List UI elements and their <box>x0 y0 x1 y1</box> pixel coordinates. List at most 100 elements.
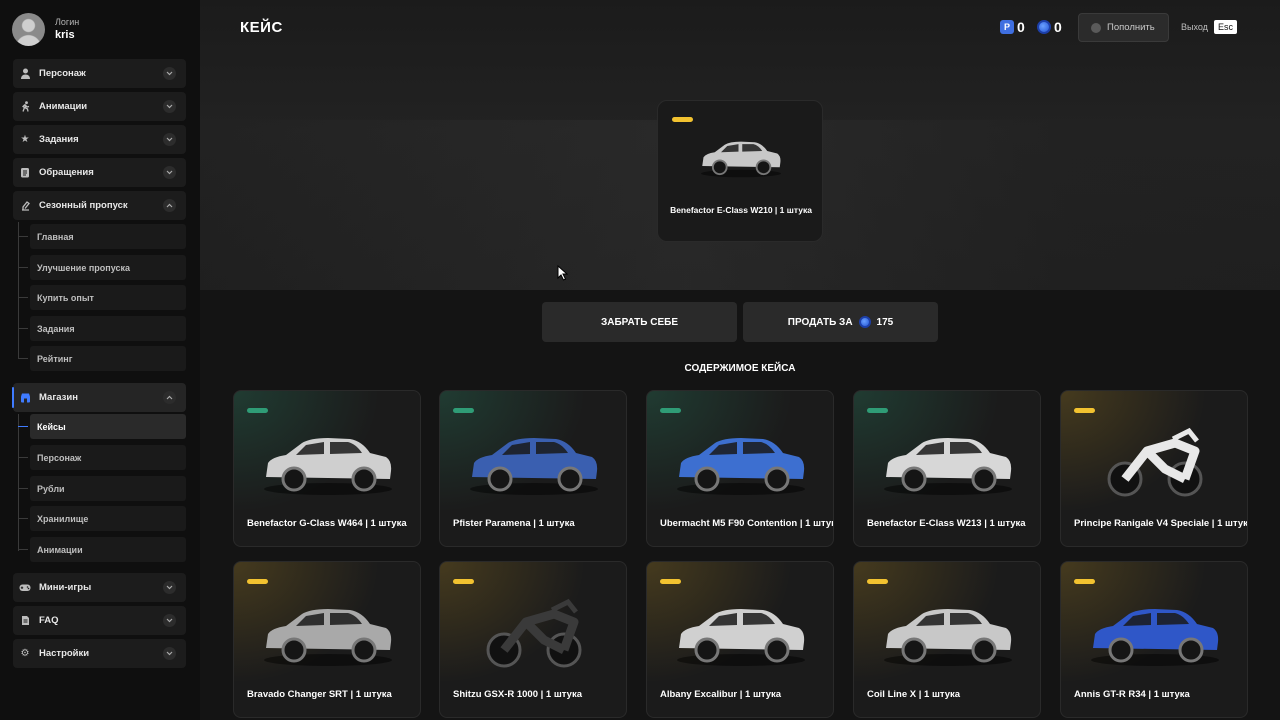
sidebar-subitem-rating[interactable]: Рейтинг <box>18 346 186 371</box>
rarity-indicator <box>1074 408 1095 413</box>
case-item-name: Ubermacht M5 F90 Contention | 1 штука <box>660 518 834 529</box>
sidebar-item-shop[interactable]: Магазин <box>12 383 186 412</box>
sidebar-subitem-buy-xp[interactable]: Купить опыт <box>18 285 186 310</box>
gamepad-icon <box>19 582 31 594</box>
case-item-name: Principe Ranigale V4 Speciale | 1 штука <box>1074 518 1248 529</box>
sidebar-item-label: Анимации <box>39 101 88 112</box>
sidebar-subitem-pass-upgrade[interactable]: Улучшение пропуска <box>18 255 186 280</box>
case-item-name: Albany Excalibur | 1 штука <box>660 689 782 700</box>
coin-icon <box>858 316 871 328</box>
car-image <box>671 592 811 672</box>
topup-label: Пополнить <box>1107 22 1155 33</box>
sidebar-subitem-character[interactable]: Персонаж <box>18 445 186 470</box>
sidebar-subitem-cases[interactable]: Кейсы <box>18 414 186 439</box>
avatar <box>12 12 45 46</box>
sidebar-subitem-rubles[interactable]: Рубли <box>18 476 186 501</box>
case-item-name: Bravado Changer SRT | 1 штука <box>247 689 392 700</box>
car-image <box>878 592 1018 672</box>
gear-icon: ⚙ <box>20 648 30 659</box>
profile-name: kris <box>55 29 75 41</box>
case-item-card[interactable]: Coil Line X | 1 штука <box>853 561 1041 718</box>
case-item-name: Pfister Paramena | 1 штука <box>453 518 575 529</box>
rub-balance: Р 0 <box>1000 19 1025 35</box>
doc-icon <box>19 615 31 627</box>
sidebar-item-label: Обращения <box>39 167 94 178</box>
won-item-name: Benefactor E-Class W210 | 1 штука <box>670 205 812 215</box>
car-image <box>258 421 398 501</box>
rarity-indicator <box>247 408 268 413</box>
sidebar-item-season-pass[interactable]: Сезонный пропуск <box>13 191 186 220</box>
chevron-down-icon <box>163 614 176 627</box>
case-item-card[interactable]: Shitzu GSX-R 1000 | 1 штука <box>439 561 627 718</box>
rarity-indicator <box>453 408 474 413</box>
case-item-card[interactable]: Principe Ranigale V4 Speciale | 1 штука <box>1060 390 1248 547</box>
submenu-line <box>18 222 19 359</box>
rarity-indicator <box>660 579 681 584</box>
sidebar-subitem-storage[interactable]: Хранилище <box>18 506 186 531</box>
rarity-indicator <box>247 579 268 584</box>
case-item-name: Benefactor E-Class W213 | 1 штука <box>867 518 1026 529</box>
case-item-card[interactable]: Bravado Changer SRT | 1 штука <box>233 561 421 718</box>
sidebar-item-reports[interactable]: Обращения <box>13 158 186 187</box>
case-item-card[interactable]: Pfister Paramena | 1 штука <box>439 390 627 547</box>
star-icon: ★ <box>20 134 30 145</box>
case-item-card[interactable]: Benefactor G-Class W464 | 1 штука <box>233 390 421 547</box>
sidebar-subitem-tasks[interactable]: Задания <box>18 316 186 341</box>
coin-icon <box>1091 22 1101 33</box>
rarity-indicator <box>660 408 681 413</box>
won-item-card: Benefactor E-Class W210 | 1 штука <box>657 100 823 242</box>
person-icon <box>19 68 31 80</box>
coin-icon <box>1037 20 1051 34</box>
car-image <box>464 592 604 672</box>
chevron-up-icon <box>163 199 176 212</box>
car-image <box>694 131 788 181</box>
sidebar-item-label: Задания <box>39 134 79 145</box>
rarity-indicator <box>867 408 888 413</box>
sidebar-item-label: Настройки <box>39 648 90 659</box>
rarity-indicator <box>453 579 474 584</box>
car-image <box>258 592 398 672</box>
case-item-card[interactable]: Annis GT-R R34 | 1 штука <box>1060 561 1248 718</box>
sidebar-item-settings[interactable]: ⚙ Настройки <box>13 639 186 668</box>
car-image <box>878 421 1018 501</box>
report-icon <box>19 167 31 179</box>
case-item-card[interactable]: Ubermacht M5 F90 Contention | 1 штука <box>646 390 834 547</box>
page-title: КЕЙС <box>240 19 283 36</box>
profile[interactable]: Логин kris <box>12 12 80 46</box>
take-button[interactable]: ЗАБРАТЬ СЕБЕ <box>542 302 737 342</box>
chevron-down-icon <box>163 647 176 660</box>
case-item-card[interactable]: Albany Excalibur | 1 штука <box>646 561 834 718</box>
chevron-down-icon <box>163 581 176 594</box>
rub-balance-value: 0 <box>1017 19 1025 35</box>
coin-balance-value: 0 <box>1054 19 1062 35</box>
profile-label: Логин <box>55 17 80 27</box>
pass-icon <box>19 200 31 212</box>
rarity-indicator <box>672 117 693 122</box>
sidebar-subitem-animations[interactable]: Анимации <box>18 537 186 562</box>
sidebar-item-tasks[interactable]: ★ Задания <box>13 125 186 154</box>
case-contents-title: СОДЕРЖИМОЕ КЕЙСА <box>684 363 796 374</box>
sell-button[interactable]: ПРОДАТЬ ЗА 175 <box>743 302 938 342</box>
esc-key-badge: Esc <box>1213 20 1237 34</box>
rarity-indicator <box>867 579 888 584</box>
sidebar-item-character[interactable]: Персонаж <box>13 59 186 88</box>
car-image <box>671 421 811 501</box>
sidebar-item-label: Мини-игры <box>39 582 92 593</box>
sidebar-item-faq[interactable]: FAQ <box>13 606 186 635</box>
case-item-card[interactable]: Benefactor E-Class W213 | 1 штука <box>853 390 1041 547</box>
sidebar-item-minigames[interactable]: Мини-игры <box>13 573 186 602</box>
case-item-name: Benefactor G-Class W464 | 1 штука <box>247 518 407 529</box>
car-image <box>1085 421 1225 501</box>
take-label: ЗАБРАТЬ СЕБЕ <box>600 316 678 328</box>
sidebar-subitem-main[interactable]: Главная <box>18 224 186 249</box>
sidebar-item-animations[interactable]: Анимации <box>13 92 186 121</box>
case-item-name: Annis GT-R R34 | 1 штука <box>1074 689 1190 700</box>
sidebar-item-label: Магазин <box>39 392 78 403</box>
sidebar-item-label: Сезонный пропуск <box>39 200 128 211</box>
sell-price: 175 <box>876 316 894 328</box>
exit-button[interactable]: Выход Esc <box>1181 20 1237 34</box>
mouse-cursor-icon <box>557 265 568 281</box>
submenu-line <box>18 414 19 551</box>
sell-label: ПРОДАТЬ ЗА <box>787 316 853 328</box>
topup-button[interactable]: Пополнить <box>1078 13 1169 42</box>
